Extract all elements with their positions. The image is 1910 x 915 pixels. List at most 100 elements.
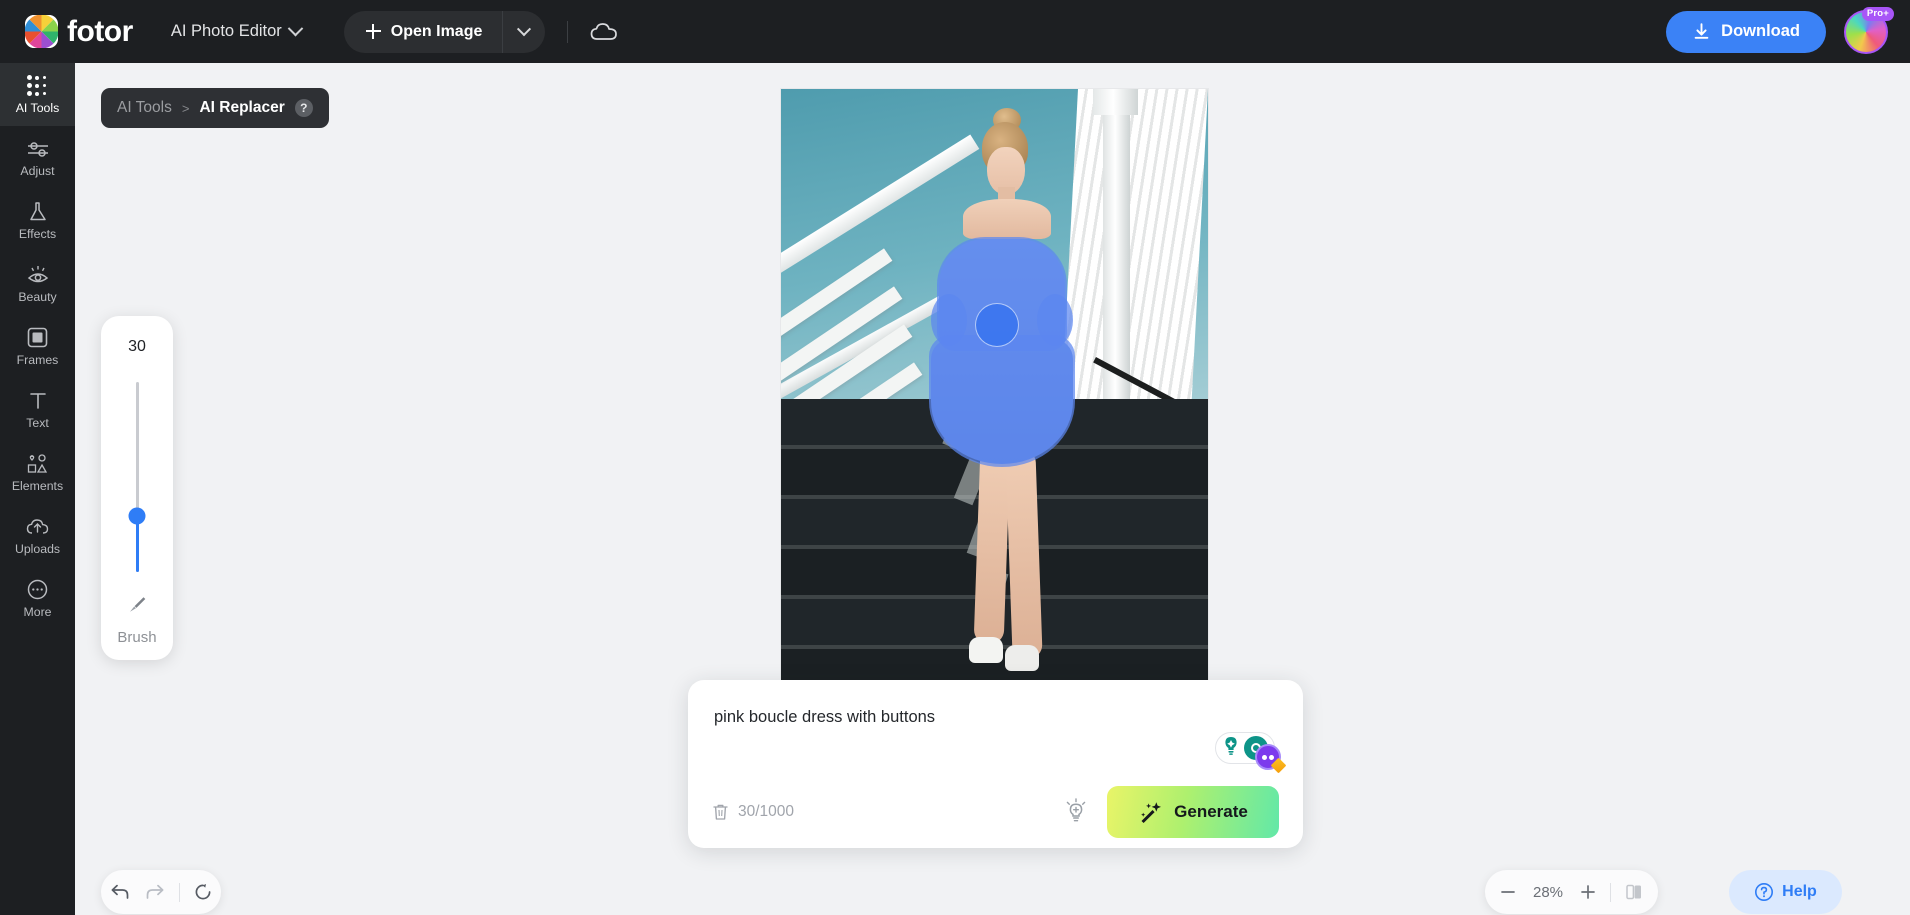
prompt-footer: 30/1000 Generate <box>688 776 1303 848</box>
sidebar-item-label: Elements <box>11 478 64 493</box>
brand-name: fotor <box>67 14 133 48</box>
sidebar-item-elements[interactable]: Elements <box>0 441 75 504</box>
help-button[interactable]: Help <box>1729 870 1842 914</box>
top-bar: fotor AI Photo Editor Open Image Downloa… <box>0 0 1910 63</box>
left-shoe <box>969 637 1003 663</box>
compare-split-icon <box>1626 884 1641 900</box>
topbar-actions: Download Pro+ <box>1666 6 1894 54</box>
sidebar-item-adjust[interactable]: Adjust <box>0 126 75 189</box>
person-subject <box>781 89 1208 689</box>
char-count: 30/1000 <box>738 803 795 820</box>
question-circle-icon <box>1755 883 1774 901</box>
redo-arrow-icon <box>146 884 164 899</box>
generate-label: Generate <box>1174 802 1248 821</box>
paintbrush-icon[interactable] <box>126 594 148 621</box>
flask-icon <box>28 201 48 223</box>
right-leg <box>1005 448 1043 660</box>
shapes-icon <box>26 453 50 475</box>
download-arrow-icon <box>1694 23 1709 39</box>
fotor-editor-app: fotor AI Photo Editor Open Image Downloa… <box>0 0 1910 915</box>
divider <box>567 20 569 43</box>
sliders-icon <box>26 138 50 160</box>
sidebar-item-beauty[interactable]: Beauty <box>0 252 75 315</box>
right-shoe <box>1005 645 1039 671</box>
question-mark-icon[interactable]: ? <box>294 99 313 117</box>
history-toolbar <box>101 870 221 914</box>
inspiration-button[interactable] <box>1063 798 1089 826</box>
sidebar-item-label: Frames <box>16 352 59 367</box>
cloud-icon <box>591 22 618 40</box>
download-label: Download <box>1721 22 1800 40</box>
open-image-label: Open Image <box>390 22 483 40</box>
trash-icon <box>713 804 728 820</box>
frame-icon <box>27 327 48 349</box>
account-avatar-wrap[interactable]: Pro+ <box>1844 6 1894 54</box>
divider <box>179 882 180 902</box>
editing-canvas-image[interactable] <box>781 89 1208 689</box>
pro-badge: Pro+ <box>1861 6 1894 21</box>
breadcrumb-current: AI Replacer <box>199 99 285 116</box>
zoom-toolbar: 28% <box>1485 870 1658 914</box>
sidebar-item-effects[interactable]: Effects <box>0 189 75 252</box>
chevron-down-icon <box>517 21 532 36</box>
zoom-level-value[interactable]: 28% <box>1530 884 1566 901</box>
plus-icon <box>1581 885 1595 899</box>
sidebar-item-label: AI Tools <box>15 100 60 115</box>
ellipsis-circle-icon <box>27 579 48 601</box>
eye-icon <box>26 264 50 286</box>
slider-handle[interactable] <box>128 507 146 525</box>
open-image-dropdown-button[interactable] <box>502 10 545 53</box>
cloud-save-button[interactable] <box>590 22 618 42</box>
brush-tool-label: Brush <box>117 629 157 646</box>
ai-mascot-icon[interactable] <box>1255 744 1281 770</box>
upload-cloud-icon <box>26 516 49 538</box>
prompt-panel: pink boucle dress with buttons 30/1000 G… <box>688 680 1303 848</box>
left-sidebar: AI Tools Adjust Effects Beauty Frames Te… <box>0 63 75 915</box>
help-label: Help <box>1782 883 1817 900</box>
brush-cursor-circle-icon <box>975 303 1019 347</box>
shoulders <box>963 199 1051 239</box>
open-image-button[interactable]: Open Image <box>344 11 503 53</box>
undo-arrow-icon <box>111 884 129 899</box>
sidebar-item-ai-tools[interactable]: AI Tools <box>0 63 75 126</box>
redo-button[interactable] <box>144 882 166 902</box>
text-t-icon <box>28 390 48 412</box>
sidebar-item-text[interactable]: Text <box>0 378 75 441</box>
sidebar-item-label: Adjust <box>20 163 55 178</box>
breadcrumb-separator: > <box>181 100 190 116</box>
dot-grid-icon <box>27 75 48 97</box>
sidebar-item-frames[interactable]: Frames <box>0 315 75 378</box>
sidebar-item-uploads[interactable]: Uploads <box>0 504 75 567</box>
breadcrumb-root-link[interactable]: AI Tools <box>117 99 172 117</box>
left-leg <box>973 448 1011 645</box>
brush-size-slider[interactable] <box>128 382 146 572</box>
compare-button[interactable] <box>1624 883 1644 901</box>
mode-selector[interactable]: AI Photo Editor <box>170 20 304 41</box>
breadcrumb: AI Tools > AI Replacer ? <box>101 88 329 128</box>
magic-wand-icon <box>1141 801 1162 823</box>
brand-logo[interactable]: fotor <box>25 15 133 49</box>
undo-button[interactable] <box>109 882 131 902</box>
minus-icon <box>1501 891 1515 893</box>
chevron-down-icon <box>287 20 304 37</box>
zoom-out-button[interactable] <box>1499 883 1517 901</box>
open-image-group: Open Image <box>343 10 546 53</box>
sidebar-item-label: Beauty <box>18 289 57 304</box>
plus-icon <box>365 24 381 39</box>
reset-button[interactable] <box>193 882 213 902</box>
zoom-in-button[interactable] <box>1579 883 1597 901</box>
sidebar-item-label: Uploads <box>14 541 61 556</box>
sidebar-item-label: Text <box>26 415 49 430</box>
generate-button[interactable]: Generate <box>1107 786 1279 838</box>
brush-size-panel: 30 Brush <box>101 316 173 660</box>
clear-and-count[interactable]: 30/1000 <box>712 803 794 821</box>
mode-label: AI Photo Editor <box>170 22 282 40</box>
reset-circle-icon <box>195 884 211 900</box>
sidebar-item-label: More <box>23 604 52 619</box>
download-button[interactable]: Download <box>1666 10 1826 53</box>
fotor-color-wheel-logo-icon <box>25 15 58 48</box>
prompt-input[interactable]: pink boucle dress with buttons <box>714 708 935 727</box>
sidebar-item-label: Effects <box>18 226 57 241</box>
sidebar-item-more[interactable]: More <box>0 567 75 630</box>
brush-size-value: 30 <box>128 338 146 355</box>
